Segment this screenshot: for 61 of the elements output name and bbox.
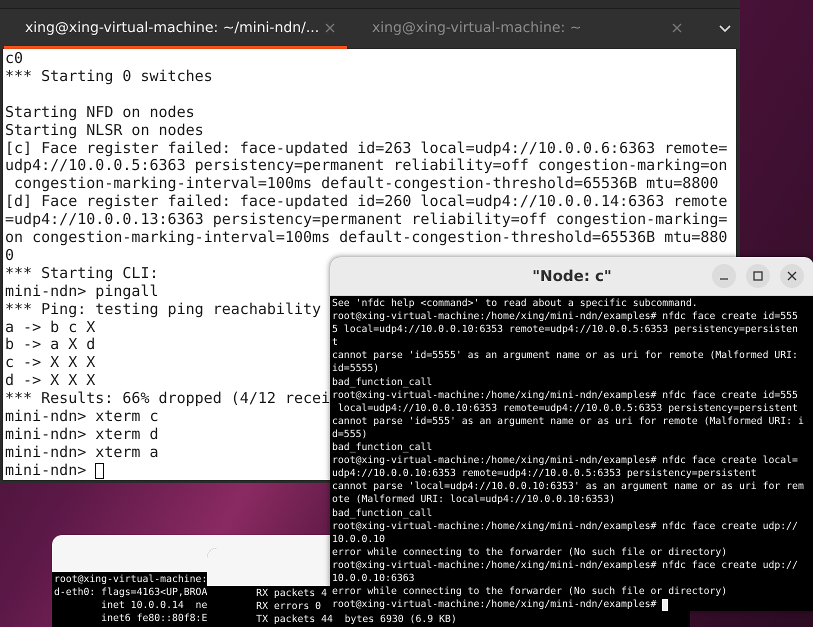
terminal-line: 5 local=udp4://10.0.0.10:6353 remote=udp4://10.0.0.5:6353 persistency=persisten: [332, 323, 798, 336]
terminal-line: Starting NLSR on nodes: [5, 122, 204, 140]
terminal-line: RX packets 4: [255, 587, 327, 600]
terminal-line: mini-ndn> xterm d: [5, 426, 159, 444]
cursor-icon: [95, 462, 104, 479]
terminal-line: root@xing-virtual-machine:/home/xing/mini-ndn/examples# nfdc face create udp://: [332, 520, 798, 533]
terminal-line: root@xing-virtual-machine:/home/xing/mini-ndn/examples# nfdc face create id=555: [332, 310, 798, 324]
close-icon[interactable]: [780, 264, 804, 288]
terminal-line: cannot parse 'id=5555' as an argument name or as uri for remote (Malformed URI:: [332, 349, 798, 362]
cursor-icon: [662, 598, 668, 611]
terminal-line: [d] Face register failed: face-updated id=260 local=udp4://10.0.0.14:6363 remote: [5, 193, 728, 212]
terminal-line: root@xing-virtual-machine:/home/xing/mini-ndn/examples# nfdc face create local=: [332, 454, 798, 468]
terminal-line: *** Results: 66% dropped (4/12 recei: [5, 390, 330, 408]
terminal-line: b -> a X d: [5, 336, 96, 354]
terminal-line: udp4://10.0.0.5:6363 persistency=permanent reliability=off congestion-marking=on: [5, 157, 728, 176]
terminal-line: mini-ndn> pingall: [5, 282, 159, 301]
terminal-line: bad_function_call: [332, 376, 432, 389]
terminal-line: root@xing-virtual-machine:/home/xing/mini-ndn/examples#: [332, 598, 656, 611]
terminal-line: TX packets 44 bytes 6930 (6.9 KB): [255, 613, 457, 626]
terminal-line: root@xing-virtual-machine:/home/xing/mini-ndn/examples# nfdc face create id=555: [332, 388, 798, 402]
terminal-line: 0: [5, 246, 14, 265]
terminal-line: local=udp4://10.0.0.10:6353 remote=udp4://10.0.0.5:6353 persistency=persistent: [336, 402, 798, 415]
terminal-line: id=5555): [332, 362, 380, 376]
terminal-line: d-eth0: flags=4163<UP,BROA: [54, 586, 208, 600]
terminal-line: mini-ndn> xterm c: [5, 408, 159, 426]
window-title: "Node: c": [532, 267, 612, 285]
terminal-line: on congestion-marking-interval=100ms default-congestion-threshold=65536B mtu=880: [5, 229, 728, 247]
terminal-line: inet6 fe80::80f8:E: [100, 612, 208, 626]
terminal-line: [c] Face register failed: face-updated id=263 local=udp4://10.0.0.6:6363 remote=: [5, 140, 728, 158]
terminal-line: bad_function_call: [332, 441, 432, 454]
terminal-line: error while connecting to the forwarder (No such file or directory): [332, 585, 728, 598]
terminal-line: d=555): [332, 428, 368, 442]
terminal-line: *** Starting 0 switches: [5, 68, 213, 86]
terminal-line: *** Ping: testing ping reachability: [5, 300, 322, 319]
terminal-line: inet 10.0.0.14 ne: [100, 599, 208, 612]
terminal-line: mini-ndn> xterm a: [5, 444, 159, 462]
terminal-line: udp4://10.0.0.10:6353 remote=udp4://10.0.0.5:6353 persistency=persistent: [332, 467, 757, 480]
terminal-line: RX errors 0: [255, 600, 322, 614]
terminal-line: cannot parse 'id=555' as an argument name or as uri for remote (Malformed URI: i: [332, 414, 804, 428]
terminal-line: Starting NFD on nodes: [5, 104, 195, 122]
terminal-line: c0: [5, 50, 24, 68]
terminal-line: =udp4://10.0.0.13:6363 persistency=permanent reliability=off congestion-marking=: [5, 211, 728, 230]
terminal-line: error while connecting to the forwarder (No such file or directory): [332, 546, 728, 559]
maximize-icon[interactable]: [746, 264, 770, 288]
terminal-line: 10.0.0.10: [332, 532, 386, 546]
terminal-line: *** Starting CLI:: [5, 264, 159, 283]
chevron-down-icon[interactable]: [719, 25, 731, 33]
terminal-line: 10.0.0.10:6363: [332, 572, 415, 586]
terminal-line: d -> X X X: [5, 372, 96, 390]
terminal-tab[interactable]: xing@xing-virtual-machine: ~: [351, 9, 694, 49]
terminal-line: bad_function_call: [332, 506, 432, 520]
terminal-line: mini-ndn>: [5, 462, 86, 480]
terminal-line: congestion-marking-interval=100ms default-congestion-threshold=65536B mtu=8800: [13, 175, 718, 194]
terminal-line: root@xing-virtual-machine:/home/xing/mini-ndn/examples# nfdc face create udp://: [332, 558, 798, 572]
terminal-line: c -> X X X: [5, 354, 96, 372]
terminal-line: t: [332, 336, 338, 350]
terminal-line: root@xing-virtual-machine:: [54, 573, 208, 586]
terminal-line: See 'nfdc help <command>' to read about a specific subcommand.: [332, 297, 698, 310]
terminal-line: ote (Malformed URI: local=udp4://10.0.0.10:6353): [332, 493, 616, 506]
terminal-line: cannot parse 'local=udp4://10.0.0.10:6353' as an argument name or as uri for rem: [332, 480, 804, 494]
terminal-line: a -> b c X: [5, 318, 96, 336]
